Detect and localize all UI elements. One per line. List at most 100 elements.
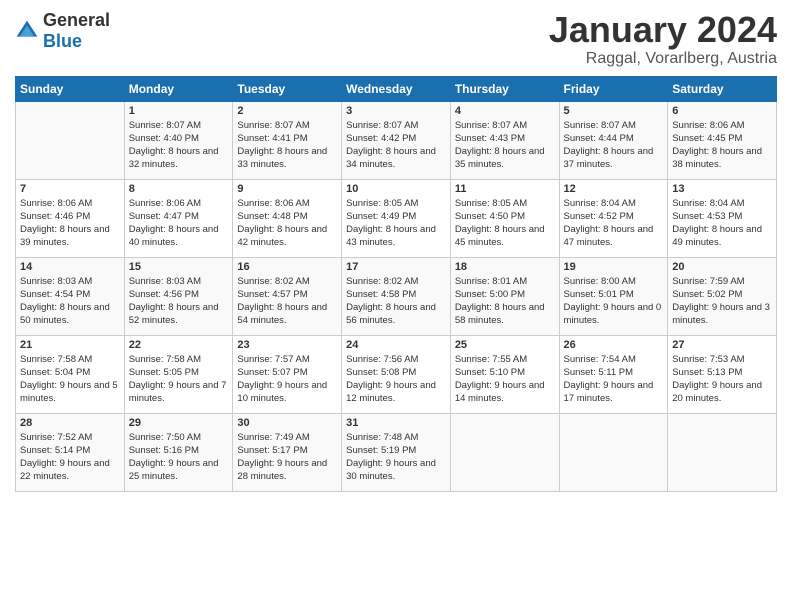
calendar-cell: 22 Sunrise: 7:58 AM Sunset: 5:05 PM Dayl… (124, 335, 233, 413)
page-container: General Blue January 2024 Raggal, Vorarl… (0, 0, 792, 502)
sunset-text: Sunset: 4:44 PM (564, 133, 634, 144)
daylight-text: Daylight: 8 hours and 58 minutes. (455, 302, 545, 326)
sunset-text: Sunset: 5:16 PM (129, 445, 199, 456)
calendar-cell: 7 Sunrise: 8:06 AM Sunset: 4:46 PM Dayli… (16, 179, 125, 257)
sunrise-text: Sunrise: 7:49 AM (237, 432, 309, 443)
day-number: 22 (129, 339, 229, 351)
sunset-text: Sunset: 4:49 PM (346, 211, 416, 222)
daylight-text: Daylight: 8 hours and 38 minutes. (672, 146, 762, 170)
sunset-text: Sunset: 5:04 PM (20, 367, 90, 378)
sunset-text: Sunset: 5:05 PM (129, 367, 199, 378)
calendar-cell: 24 Sunrise: 7:56 AM Sunset: 5:08 PM Dayl… (342, 335, 451, 413)
daylight-text: Daylight: 9 hours and 17 minutes. (564, 380, 654, 404)
daylight-text: Daylight: 8 hours and 56 minutes. (346, 302, 436, 326)
sunrise-text: Sunrise: 7:56 AM (346, 354, 418, 365)
day-info: Sunrise: 8:06 AM Sunset: 4:46 PM Dayligh… (20, 197, 120, 250)
week-row-0: 1 Sunrise: 8:07 AM Sunset: 4:40 PM Dayli… (16, 101, 777, 179)
sunset-text: Sunset: 4:45 PM (672, 133, 742, 144)
logo-blue: Blue (43, 31, 82, 51)
sunrise-text: Sunrise: 7:50 AM (129, 432, 201, 443)
day-number: 13 (672, 183, 772, 195)
sunset-text: Sunset: 5:17 PM (237, 445, 307, 456)
calendar-cell: 8 Sunrise: 8:06 AM Sunset: 4:47 PM Dayli… (124, 179, 233, 257)
day-info: Sunrise: 7:56 AM Sunset: 5:08 PM Dayligh… (346, 353, 446, 406)
daylight-text: Daylight: 8 hours and 49 minutes. (672, 224, 762, 248)
day-info: Sunrise: 8:05 AM Sunset: 4:50 PM Dayligh… (455, 197, 555, 250)
sunset-text: Sunset: 4:43 PM (455, 133, 525, 144)
day-number: 5 (564, 105, 664, 117)
day-number: 29 (129, 417, 229, 429)
day-info: Sunrise: 7:58 AM Sunset: 5:05 PM Dayligh… (129, 353, 229, 406)
sunset-text: Sunset: 5:11 PM (564, 367, 634, 378)
sunrise-text: Sunrise: 8:07 AM (129, 120, 201, 131)
day-info: Sunrise: 7:53 AM Sunset: 5:13 PM Dayligh… (672, 353, 772, 406)
calendar-cell: 6 Sunrise: 8:06 AM Sunset: 4:45 PM Dayli… (668, 101, 777, 179)
daylight-text: Daylight: 8 hours and 40 minutes. (129, 224, 219, 248)
sunset-text: Sunset: 5:01 PM (564, 289, 634, 300)
calendar-cell: 28 Sunrise: 7:52 AM Sunset: 5:14 PM Dayl… (16, 413, 125, 491)
title-block: January 2024 Raggal, Vorarlberg, Austria (549, 10, 777, 68)
sunset-text: Sunset: 4:46 PM (20, 211, 90, 222)
header-sunday: Sunday (16, 76, 125, 101)
calendar-cell: 12 Sunrise: 8:04 AM Sunset: 4:52 PM Dayl… (559, 179, 668, 257)
day-info: Sunrise: 7:49 AM Sunset: 5:17 PM Dayligh… (237, 431, 337, 484)
day-number: 21 (20, 339, 120, 351)
sunrise-text: Sunrise: 8:06 AM (129, 198, 201, 209)
sunrise-text: Sunrise: 7:55 AM (455, 354, 527, 365)
sunrise-text: Sunrise: 7:53 AM (672, 354, 744, 365)
day-info: Sunrise: 8:02 AM Sunset: 4:58 PM Dayligh… (346, 275, 446, 328)
sunset-text: Sunset: 4:52 PM (564, 211, 634, 222)
location-subtitle: Raggal, Vorarlberg, Austria (549, 50, 777, 68)
header: General Blue January 2024 Raggal, Vorarl… (15, 10, 777, 68)
sunset-text: Sunset: 4:42 PM (346, 133, 416, 144)
sunrise-text: Sunrise: 8:04 AM (564, 198, 636, 209)
sunrise-text: Sunrise: 8:06 AM (672, 120, 744, 131)
day-number: 25 (455, 339, 555, 351)
daylight-text: Daylight: 8 hours and 32 minutes. (129, 146, 219, 170)
sunrise-text: Sunrise: 7:52 AM (20, 432, 92, 443)
day-number: 6 (672, 105, 772, 117)
day-info: Sunrise: 8:00 AM Sunset: 5:01 PM Dayligh… (564, 275, 664, 328)
day-info: Sunrise: 8:04 AM Sunset: 4:53 PM Dayligh… (672, 197, 772, 250)
daylight-text: Daylight: 8 hours and 33 minutes. (237, 146, 327, 170)
calendar-cell: 4 Sunrise: 8:07 AM Sunset: 4:43 PM Dayli… (450, 101, 559, 179)
daylight-text: Daylight: 9 hours and 22 minutes. (20, 458, 110, 482)
daylight-text: Daylight: 9 hours and 10 minutes. (237, 380, 327, 404)
header-row: Sunday Monday Tuesday Wednesday Thursday… (16, 76, 777, 101)
sunrise-text: Sunrise: 8:02 AM (346, 276, 418, 287)
day-info: Sunrise: 8:07 AM Sunset: 4:40 PM Dayligh… (129, 119, 229, 172)
calendar-table: Sunday Monday Tuesday Wednesday Thursday… (15, 76, 777, 492)
calendar-cell: 9 Sunrise: 8:06 AM Sunset: 4:48 PM Dayli… (233, 179, 342, 257)
calendar-cell: 13 Sunrise: 8:04 AM Sunset: 4:53 PM Dayl… (668, 179, 777, 257)
day-number: 1 (129, 105, 229, 117)
sunrise-text: Sunrise: 7:58 AM (129, 354, 201, 365)
calendar-cell: 10 Sunrise: 8:05 AM Sunset: 4:49 PM Dayl… (342, 179, 451, 257)
daylight-text: Daylight: 8 hours and 45 minutes. (455, 224, 545, 248)
sunrise-text: Sunrise: 8:07 AM (564, 120, 636, 131)
daylight-text: Daylight: 8 hours and 47 minutes. (564, 224, 654, 248)
calendar-cell (450, 413, 559, 491)
calendar-cell: 30 Sunrise: 7:49 AM Sunset: 5:17 PM Dayl… (233, 413, 342, 491)
daylight-text: Daylight: 8 hours and 52 minutes. (129, 302, 219, 326)
sunrise-text: Sunrise: 8:05 AM (455, 198, 527, 209)
day-number: 17 (346, 261, 446, 273)
sunset-text: Sunset: 5:19 PM (346, 445, 416, 456)
day-number: 10 (346, 183, 446, 195)
day-number: 7 (20, 183, 120, 195)
sunset-text: Sunset: 4:54 PM (20, 289, 90, 300)
day-number: 28 (20, 417, 120, 429)
daylight-text: Daylight: 8 hours and 37 minutes. (564, 146, 654, 170)
calendar-cell: 31 Sunrise: 7:48 AM Sunset: 5:19 PM Dayl… (342, 413, 451, 491)
calendar-cell (668, 413, 777, 491)
day-info: Sunrise: 8:07 AM Sunset: 4:44 PM Dayligh… (564, 119, 664, 172)
sunrise-text: Sunrise: 8:01 AM (455, 276, 527, 287)
calendar-cell: 16 Sunrise: 8:02 AM Sunset: 4:57 PM Dayl… (233, 257, 342, 335)
day-number: 16 (237, 261, 337, 273)
sunset-text: Sunset: 5:07 PM (237, 367, 307, 378)
day-info: Sunrise: 8:03 AM Sunset: 4:56 PM Dayligh… (129, 275, 229, 328)
daylight-text: Daylight: 9 hours and 30 minutes. (346, 458, 436, 482)
sunrise-text: Sunrise: 8:00 AM (564, 276, 636, 287)
daylight-text: Daylight: 9 hours and 3 minutes. (672, 302, 770, 326)
sunset-text: Sunset: 4:50 PM (455, 211, 525, 222)
daylight-text: Daylight: 9 hours and 25 minutes. (129, 458, 219, 482)
